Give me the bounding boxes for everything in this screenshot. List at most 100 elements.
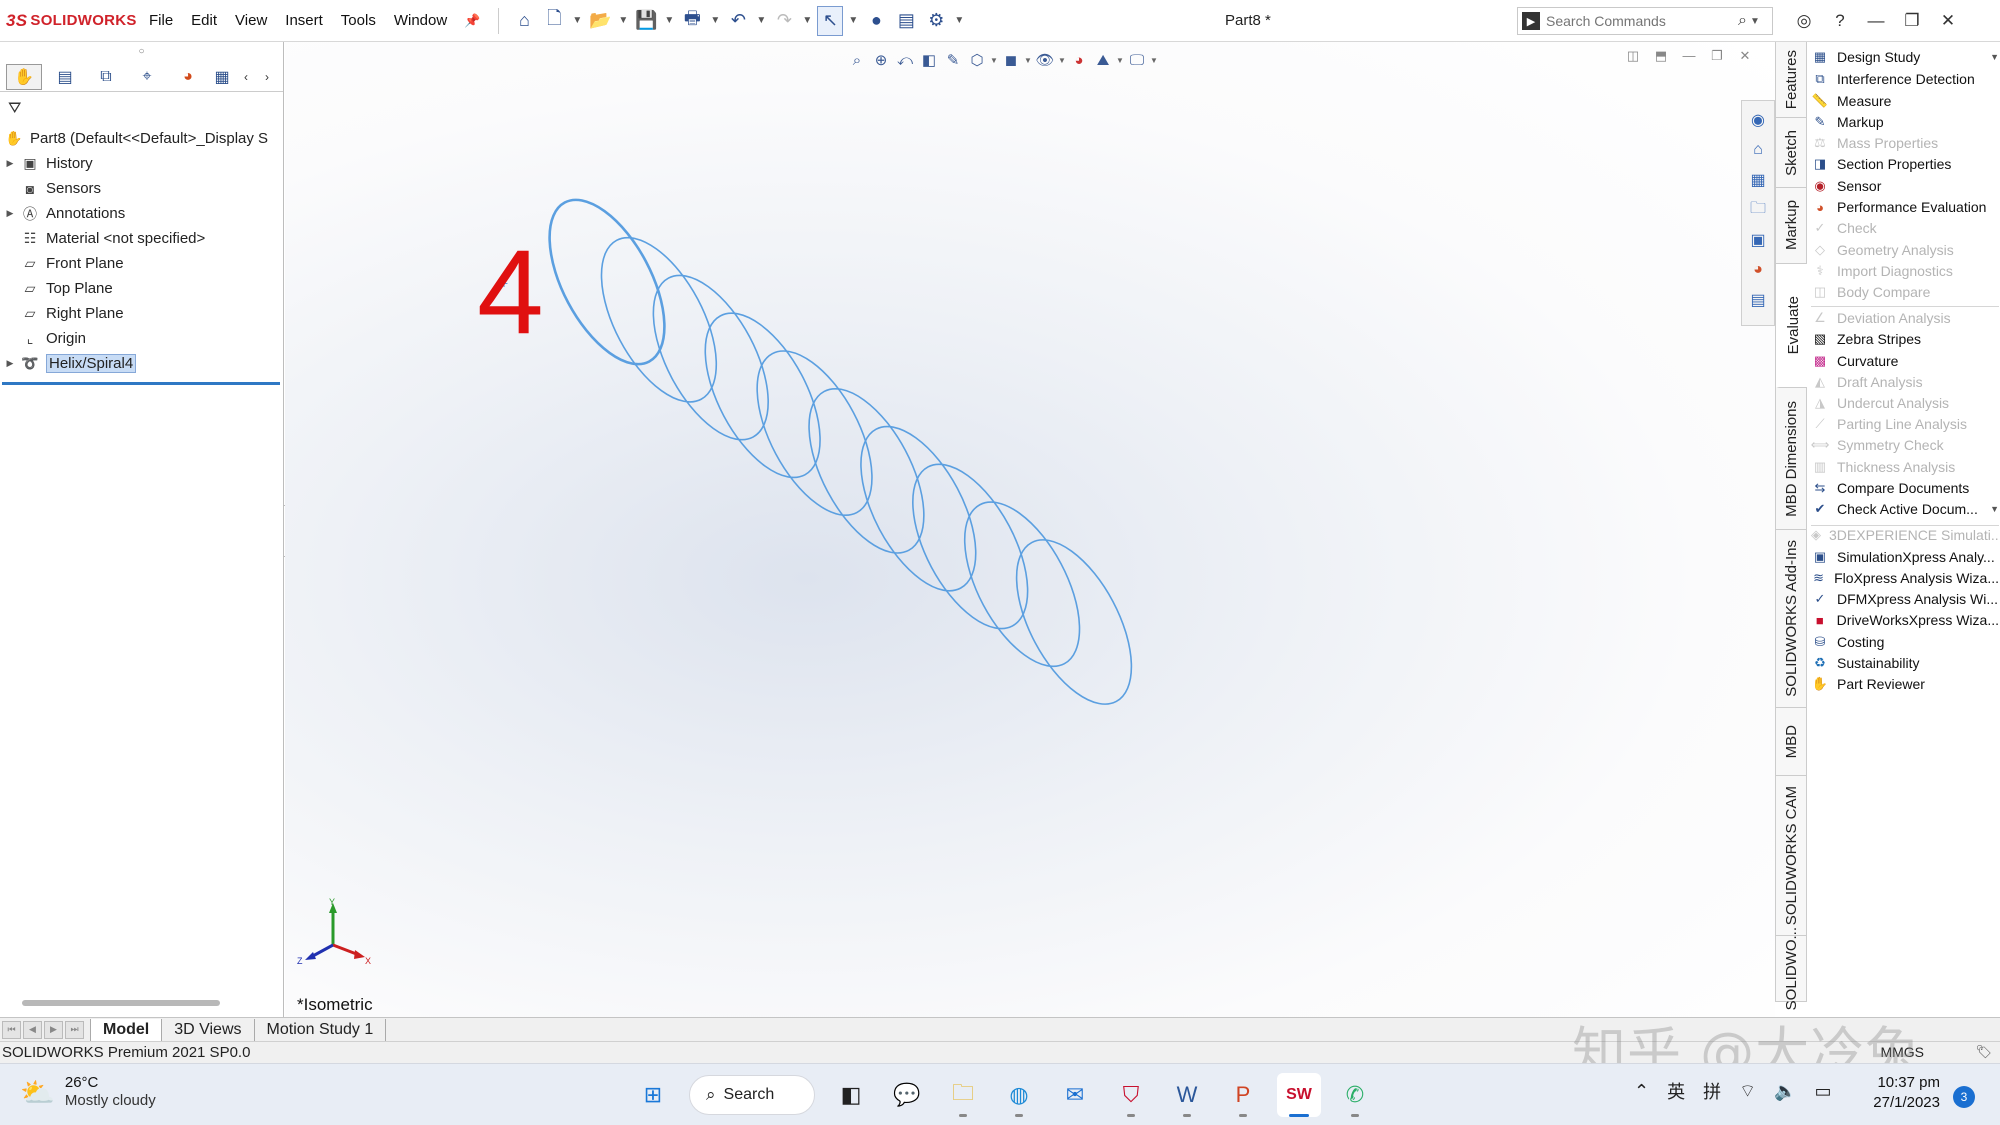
task-view-icon[interactable]: ◧	[829, 1073, 873, 1117]
system-clock[interactable]: 10:37 pm 27/1/2023	[1862, 1073, 1940, 1113]
windows-start-icon[interactable]: ⊞	[631, 1073, 675, 1117]
cmd-geometry-analysis[interactable]: ◇ Geometry Analysis	[1811, 239, 1999, 261]
cmd-simxpress[interactable]: ▣ SimulationXpress Analy...	[1811, 546, 1999, 568]
cmd-design-study[interactable]: ▦ Design Study ▼	[1811, 46, 1999, 68]
tab-motion-study[interactable]: Motion Study 1	[255, 1018, 387, 1041]
solidworks-resources-icon[interactable]: ◉	[1745, 107, 1771, 133]
design-library-icon[interactable]: ▦	[1745, 167, 1771, 193]
cmd-costing[interactable]: ⛁ Costing	[1811, 631, 1999, 653]
tree-item-front-plane[interactable]: ▱ Front Plane	[0, 251, 283, 276]
print-icon[interactable]: 🖶	[679, 6, 705, 36]
cmd-3dx[interactable]: ◈ 3DEXPERIENCE Simulati...	[1811, 524, 1999, 546]
tab-solidworks-addins[interactable]: SOLIDWORKS Add-Ins	[1776, 530, 1807, 708]
cmd-check[interactable]: ✓ Check	[1811, 217, 1999, 239]
ime-language[interactable]: 英	[1667, 1078, 1685, 1104]
rebuild-icon[interactable]: ●	[863, 6, 889, 36]
rollback-bar[interactable]	[2, 382, 280, 385]
powerpoint-icon[interactable]: P	[1221, 1073, 1265, 1117]
search-commands[interactable]: ▶ ⌕ ▼	[1517, 7, 1773, 35]
wechat-icon[interactable]: ✆	[1333, 1073, 1377, 1117]
mail-icon[interactable]: ✉	[1053, 1073, 1097, 1117]
propertymanager-tab-icon[interactable]: ▤	[47, 64, 83, 90]
search-dropdown-icon[interactable]: ▼	[1749, 6, 1761, 36]
file-explorer-icon[interactable]: 🗀	[941, 1073, 985, 1117]
tab-mbd[interactable]: MBD	[1776, 708, 1807, 776]
cmd-zebra[interactable]: ▧ Zebra Stripes	[1811, 328, 1999, 350]
show-hidden-icons-icon[interactable]: ⌃	[1634, 1081, 1649, 1102]
tree-item-origin[interactable]: ⌞ Origin	[0, 326, 283, 351]
view-palette-icon[interactable]: ▣	[1745, 227, 1771, 253]
tab-mbd-dimensions[interactable]: MBD Dimensions	[1776, 388, 1807, 530]
next-tab-icon[interactable]: ▶	[44, 1020, 63, 1039]
redo-icon[interactable]: ↷	[771, 6, 797, 36]
tree-item-annotations[interactable]: ▶ Ⓐ Annotations	[0, 201, 283, 226]
undo-icon[interactable]: ↶	[725, 6, 751, 36]
file-explorer-icon[interactable]: 🗀	[1745, 197, 1771, 223]
prev-tab-icon[interactable]: ◀	[23, 1020, 42, 1039]
filter-icon[interactable]: ⛛	[0, 92, 283, 126]
pin-menu-icon[interactable]: 📌	[464, 13, 480, 29]
appearances-icon[interactable]: ◕	[1745, 257, 1771, 283]
edge-browser-icon[interactable]: ◍	[997, 1073, 1041, 1117]
expand-arrow-icon[interactable]: ▶	[0, 208, 20, 219]
menu-insert[interactable]: Insert	[276, 12, 332, 29]
tree-item-material[interactable]: ☷ Material <not specified>	[0, 226, 283, 251]
options-gear-icon[interactable]: ⚙	[923, 6, 949, 36]
cmd-part-reviewer[interactable]: ✋ Part Reviewer	[1811, 673, 1999, 695]
home-icon[interactable]: ⌂	[511, 6, 537, 36]
tab-3d-views[interactable]: 3D Views	[162, 1018, 255, 1041]
cmd-compare[interactable]: ⇆ Compare Documents	[1811, 477, 1999, 499]
helix-spiral-geometry[interactable]: +	[285, 42, 1775, 1017]
cmd-curvature[interactable]: ▩ Curvature	[1811, 350, 1999, 372]
expand-arrow-icon[interactable]: ▶	[0, 158, 20, 169]
tab-model[interactable]: Model	[90, 1018, 163, 1041]
cmd-interference[interactable]: ⧉ Interference Detection	[1811, 68, 1999, 90]
cmd-undercut[interactable]: ◮ Undercut Analysis	[1811, 392, 1999, 414]
restore-button[interactable]: ❐	[1894, 8, 1930, 34]
first-tab-icon[interactable]: ⏮	[2, 1020, 21, 1039]
new-document-icon[interactable]: 🗋	[541, 6, 567, 36]
tree-item-right-plane[interactable]: ▱ Right Plane	[0, 301, 283, 326]
print-dropdown-icon[interactable]: ▼	[709, 6, 721, 36]
weather-widget[interactable]: ⛅ 26°C Mostly cloudy	[20, 1074, 156, 1110]
tab-markup[interactable]: Markup	[1776, 188, 1807, 264]
select-cursor-icon[interactable]: ↖	[817, 5, 844, 36]
menu-edit[interactable]: Edit	[182, 12, 226, 29]
volume-icon[interactable]: 🔈	[1774, 1081, 1796, 1102]
last-tab-icon[interactable]: ⏭	[65, 1020, 84, 1039]
wifi-icon[interactable]: ⌔	[1739, 1080, 1756, 1103]
help-icon[interactable]: ?	[1822, 8, 1858, 34]
dropdown-arrow-icon[interactable]: ▼	[1990, 504, 1999, 514]
home-icon[interactable]: ⌂	[1745, 137, 1771, 163]
expand-arrow-icon[interactable]: ▶	[0, 358, 20, 369]
close-button[interactable]: ✕	[1930, 8, 1966, 34]
dimxpert-tab-icon[interactable]: ⌖	[129, 64, 165, 90]
notification-badge[interactable]: 3	[1953, 1086, 1975, 1108]
open-folder-icon[interactable]: 📂	[587, 6, 613, 36]
configurationmanager-tab-icon[interactable]: ⧉	[88, 64, 124, 90]
tab-scroll-right-icon[interactable]: ›	[259, 64, 275, 90]
options-dropdown-icon[interactable]: ▼	[953, 6, 965, 36]
displaymanager-tab-icon[interactable]: ◕	[170, 64, 206, 90]
new-dropdown-icon[interactable]: ▼	[571, 6, 583, 36]
graphics-area[interactable]: ⌕ ⊕ ⤺ ◧ ✎ ⬡ ▼ ◼ ▼ 👁 ▼ ◕ ⛰ ▼ 🖵 ▼ ◫ ⬒ — ❐ …	[285, 42, 1775, 1017]
search-input[interactable]	[1546, 13, 1736, 29]
minimize-button[interactable]: —	[1858, 8, 1894, 34]
cmd-symmetry[interactable]: ⟺ Symmetry Check	[1811, 434, 1999, 456]
tree-item-helix-spiral[interactable]: ▶ ➰ Helix/Spiral4	[0, 351, 283, 376]
tab-features[interactable]: Features	[1776, 42, 1807, 118]
user-account-icon[interactable]: ◎	[1786, 8, 1822, 34]
tab-sketch[interactable]: Sketch	[1776, 118, 1807, 188]
solidworks-logo[interactable]: 3S SOLIDWORKS	[0, 11, 140, 31]
mcafee-icon[interactable]: ⛉	[1109, 1073, 1153, 1117]
cmd-mass-properties[interactable]: ⚖ Mass Properties	[1811, 132, 1999, 154]
tab-solidworks-more[interactable]: SOLIDWO...	[1776, 927, 1807, 1010]
word-icon[interactable]: W	[1165, 1073, 1209, 1117]
tree-item-top-plane[interactable]: ▱ Top Plane	[0, 276, 283, 301]
ime-mode[interactable]: 拼	[1703, 1078, 1721, 1104]
tab-scroll-left-icon[interactable]: ‹	[238, 64, 254, 90]
horizontal-scrollbar[interactable]	[22, 1000, 220, 1006]
solidworks-taskbar-icon[interactable]: SW	[1277, 1073, 1321, 1117]
custom-properties-icon[interactable]: ▤	[1745, 287, 1771, 313]
cmd-performance[interactable]: ◕ Performance Evaluation	[1811, 196, 1999, 218]
